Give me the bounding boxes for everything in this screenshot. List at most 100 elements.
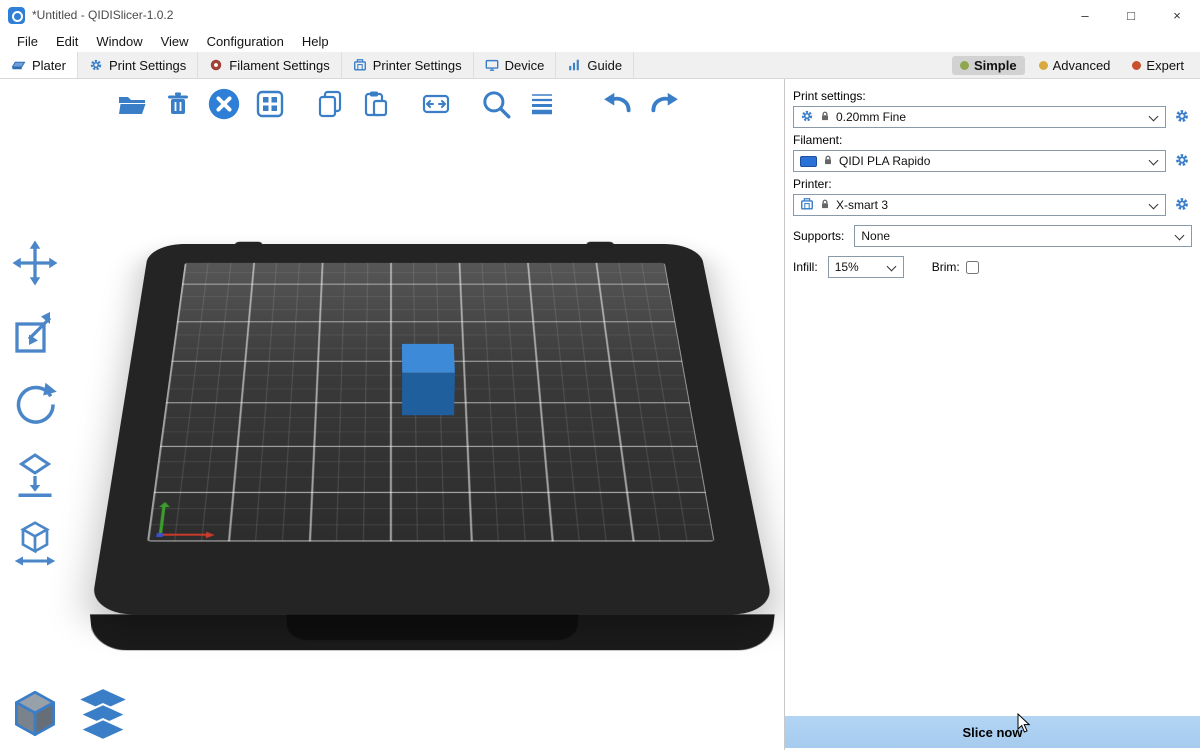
tab-guide[interactable]: Guide [556, 52, 634, 78]
layers-view-button[interactable] [74, 686, 132, 744]
slice-now-button[interactable]: Slice now [785, 716, 1200, 748]
tab-plater[interactable]: Plater [0, 52, 78, 78]
split-arrows-icon [420, 88, 452, 123]
printer-gear-button[interactable] [1172, 195, 1192, 215]
tab-label: Filament Settings [229, 58, 329, 73]
axes-indicator [154, 498, 225, 538]
filament-combo[interactable]: QIDI PLA Rapido [793, 150, 1166, 172]
mode-label: Expert [1146, 58, 1184, 73]
brim-label: Brim: [932, 260, 960, 274]
redo-button[interactable] [644, 85, 684, 125]
arrange-button[interactable] [250, 85, 290, 125]
supports-combo[interactable]: None [854, 225, 1192, 247]
copy-button[interactable] [310, 85, 350, 125]
printer-combo[interactable]: X-smart 3 [793, 194, 1166, 216]
mode-expert[interactable]: Expert [1124, 56, 1192, 75]
search-icon [479, 87, 513, 124]
menu-edit[interactable]: Edit [47, 34, 87, 49]
bed-clip [586, 242, 614, 249]
scale-icon [11, 309, 59, 360]
copy-icon [314, 88, 346, 123]
measure-cube-icon [11, 519, 59, 570]
gear-icon [1174, 108, 1190, 127]
chevron-down-icon [1149, 200, 1159, 210]
tab-device[interactable]: Device [474, 52, 557, 78]
print-settings-label: Print settings: [793, 89, 1192, 103]
chevron-down-icon [1175, 231, 1185, 241]
place-on-face-tool-button[interactable] [10, 449, 60, 499]
tab-label: Plater [32, 58, 66, 73]
chevron-down-icon [886, 262, 896, 272]
menu-configuration[interactable]: Configuration [198, 34, 293, 49]
bed-clip [235, 242, 263, 249]
window-controls: – □ × [1062, 0, 1200, 30]
model-cube-top-face[interactable] [402, 344, 455, 373]
mode-label: Advanced [1053, 58, 1111, 73]
rotate-tool-button[interactable] [10, 379, 60, 429]
mode-advanced[interactable]: Advanced [1031, 56, 1119, 75]
gear-icon [800, 109, 814, 126]
menubar: File Edit Window View Configuration Help [0, 30, 1200, 52]
split-button[interactable] [416, 85, 456, 125]
tab-label: Device [505, 58, 545, 73]
gear-icon [89, 58, 103, 72]
delete-button[interactable] [158, 85, 198, 125]
measure-tool-button[interactable] [10, 519, 60, 569]
mode-simple[interactable]: Simple [952, 56, 1025, 75]
printer-label: Printer: [793, 177, 1192, 191]
lock-icon [819, 198, 831, 213]
app-window: *Untitled - QIDISlicer-1.0.2 – □ × File … [0, 0, 1200, 750]
titlebar: *Untitled - QIDISlicer-1.0.2 – □ × [0, 0, 1200, 30]
undo-arrow-icon [601, 87, 635, 124]
delete-all-button[interactable] [204, 85, 244, 125]
supports-label: Supports: [793, 229, 844, 243]
scene-3d[interactable] [0, 79, 784, 750]
settings-sidebar: Print settings: 0.20mm Fine Filament: QI… [785, 79, 1200, 750]
tab-print-settings[interactable]: Print Settings [78, 52, 198, 78]
menu-help[interactable]: Help [293, 34, 338, 49]
menu-file[interactable]: File [8, 34, 47, 49]
menu-view[interactable]: View [152, 34, 198, 49]
infill-label: Infill: [793, 260, 818, 274]
rotate-icon [11, 379, 59, 430]
tab-printer-settings[interactable]: Printer Settings [342, 52, 474, 78]
filament-gear-button[interactable] [1172, 151, 1192, 171]
lock-icon [819, 110, 831, 125]
undo-button[interactable] [598, 85, 638, 125]
close-button[interactable]: × [1154, 0, 1200, 30]
3d-view-button[interactable] [6, 686, 64, 744]
maximize-button[interactable]: □ [1108, 0, 1154, 30]
gear-icon [1174, 152, 1190, 171]
tabbar: Plater Print Settings Filament Settings … [0, 52, 1200, 79]
tab-label: Print Settings [109, 58, 186, 73]
brim-checkbox[interactable] [966, 261, 979, 274]
print-settings-combo[interactable]: 0.20mm Fine [793, 106, 1166, 128]
expert-mode-dot-icon [1132, 61, 1141, 70]
tab-filament-settings[interactable]: Filament Settings [198, 52, 341, 78]
guide-bars-icon [567, 58, 581, 72]
viewport-toolbar [112, 85, 690, 125]
minimize-button[interactable]: – [1062, 0, 1108, 30]
print-bed [90, 244, 775, 614]
view-toggles [6, 686, 132, 744]
paste-button[interactable] [356, 85, 396, 125]
variable-layer-height-button[interactable] [522, 85, 562, 125]
model-cube-front-face[interactable] [402, 373, 455, 415]
move-tool-button[interactable] [10, 239, 60, 289]
plater-icon [11, 58, 26, 73]
viewport-3d[interactable] [0, 79, 785, 750]
infill-combo[interactable]: 15% [828, 256, 904, 278]
search-button[interactable] [476, 85, 516, 125]
bed-handle-notch [286, 614, 578, 640]
gizmo-toolbar [10, 239, 60, 569]
infill-value: 15% [835, 260, 859, 274]
open-file-button[interactable] [112, 85, 152, 125]
folder-open-icon [116, 88, 148, 123]
menu-window[interactable]: Window [87, 34, 151, 49]
trash-icon [162, 88, 194, 123]
scale-tool-button[interactable] [10, 309, 60, 359]
printer-icon [353, 58, 367, 72]
print-settings-gear-button[interactable] [1172, 107, 1192, 127]
main-content: Print settings: 0.20mm Fine Filament: QI… [0, 79, 1200, 750]
advanced-mode-dot-icon [1039, 61, 1048, 70]
